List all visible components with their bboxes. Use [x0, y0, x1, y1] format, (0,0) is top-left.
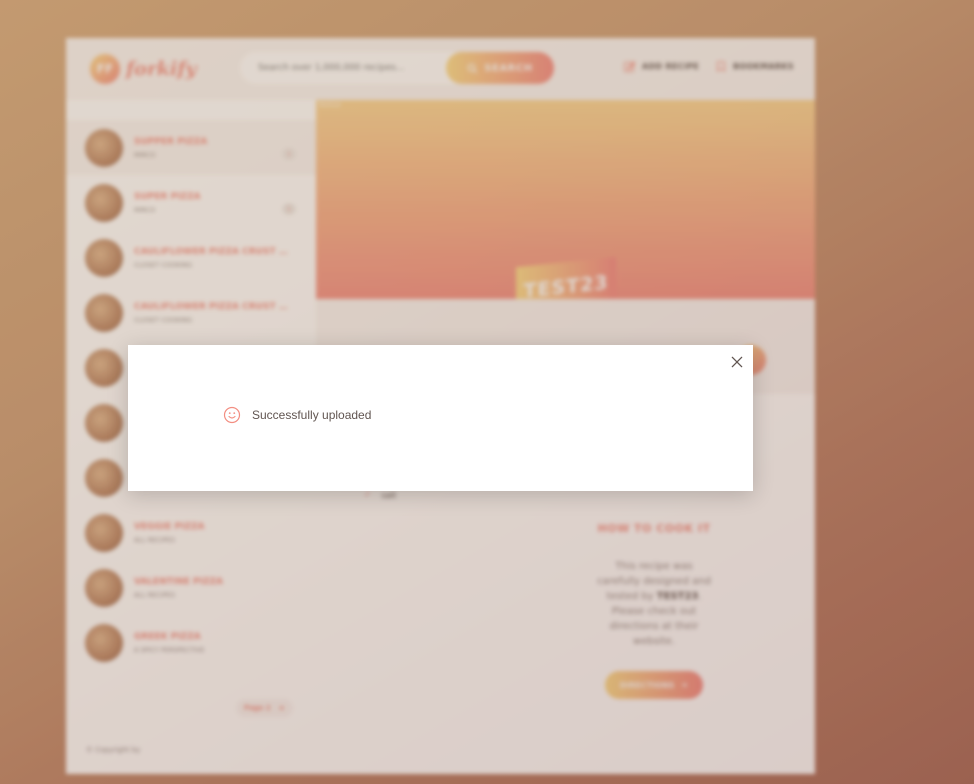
success-message: Successfully uploaded	[223, 406, 371, 424]
close-icon[interactable]	[730, 355, 744, 369]
smile-icon	[223, 406, 241, 424]
upload-modal: Successfully uploaded	[128, 345, 753, 491]
success-message-text: Successfully uploaded	[252, 408, 372, 422]
